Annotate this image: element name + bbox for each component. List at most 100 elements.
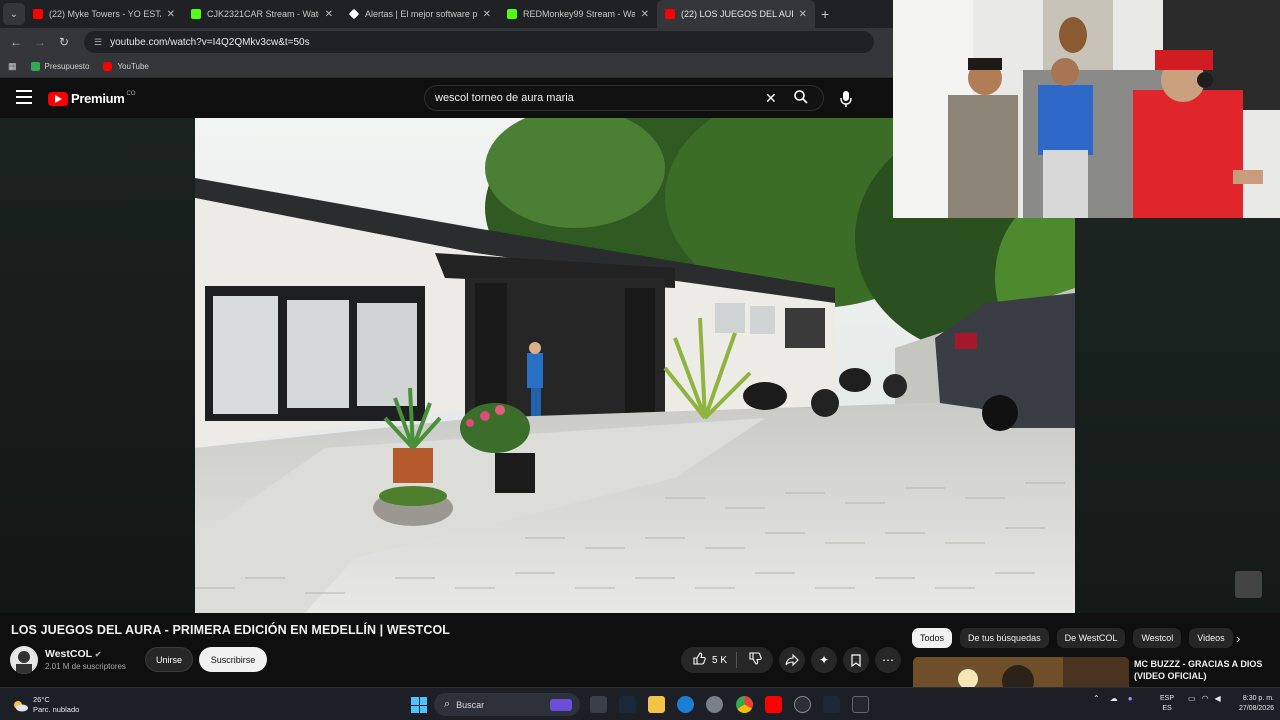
subscribe-button[interactable]: Suscribirse	[199, 647, 267, 672]
youtube-icon	[103, 62, 113, 71]
browser-tab-strip: ⌄ (22) Myke Towers - YO ESTARÉ ✕ CJK2321…	[0, 0, 893, 28]
bookmark-item[interactable]: YouTube	[103, 62, 149, 71]
clock[interactable]: 8:30 p. m. 27/08/2026	[1226, 694, 1274, 714]
tab-title: (22) Myke Towers - YO ESTARÉ	[49, 9, 161, 19]
youtube-header: Premium CO wescol torneo de aura maria ✕	[0, 78, 893, 118]
avatar[interactable]	[10, 646, 38, 674]
recommended-title[interactable]: MC BUZZZ - GRACIAS A DIOS (VIDEO OFICIAL…	[1134, 658, 1274, 682]
recommended-thumbnail[interactable]	[913, 657, 1129, 687]
chip-westcol[interactable]: Westcol	[1133, 628, 1182, 648]
back-arrow-icon[interactable]: ←	[4, 35, 28, 49]
address-bar[interactable]: ☰ youtube.com/watch?v=I4Q2QMkv3cw&t=50s	[84, 31, 874, 53]
file-explorer-icon[interactable]	[648, 696, 665, 713]
tab-search-icon[interactable]: ⌄	[3, 3, 25, 25]
partly-cloudy-icon	[12, 699, 28, 712]
tab-title: CJK2321CAR Stream - Watch Li	[207, 9, 319, 19]
weather-temp: 26°C	[33, 695, 50, 704]
browser-toolbar: ← → ↻ ☰ youtube.com/watch?v=I4Q2QMkv3cw&…	[0, 28, 893, 56]
clock-time: 8:30 p. m.	[1242, 695, 1274, 702]
chevron-right-icon[interactable]: ›	[1236, 631, 1240, 646]
search-input[interactable]: wescol torneo de aura maria ✕	[424, 85, 824, 111]
channel-watermark[interactable]	[1235, 571, 1262, 598]
browser-tab[interactable]: (22) Myke Towers - YO ESTARÉ ✕	[25, 0, 183, 28]
menu-icon[interactable]	[16, 90, 32, 104]
youtube-icon[interactable]	[765, 696, 782, 713]
tab-close-icon[interactable]: ✕	[167, 9, 175, 20]
microphone-icon[interactable]	[838, 90, 854, 108]
weather-widget[interactable]: 26°C Parc. nublado	[12, 695, 79, 715]
video-info-area: LOS JUEGOS DEL AURA - PRIMERA EDICIÓN EN…	[0, 613, 1280, 687]
tab-title: Alertas | El mejor software para	[365, 9, 477, 19]
weather-desc: Parc. nublado	[33, 705, 80, 714]
chip-videos[interactable]: Videos	[1189, 628, 1233, 648]
browser-tab[interactable]: REDMonkey99 Stream - Watch ✕	[499, 0, 657, 28]
system-tray: ⌃ ☁ ●	[1093, 694, 1133, 703]
kick-favicon-icon	[191, 9, 201, 19]
save-bookmark-icon[interactable]	[843, 647, 869, 673]
reload-icon[interactable]: ↻	[52, 35, 76, 49]
task-view-icon[interactable]	[590, 696, 607, 713]
language-indicator[interactable]: ESP ES	[1160, 694, 1174, 714]
youtube-logo[interactable]: Premium CO	[48, 91, 136, 106]
bookmark-item[interactable]: Presupuesto	[30, 62, 89, 71]
taskbar-search[interactable]: ⌕ Buscar	[434, 693, 580, 716]
browser-tab[interactable]: CJK2321CAR Stream - Watch Li ✕	[183, 0, 341, 28]
cloud-icon[interactable]: ☁	[1110, 694, 1118, 703]
browser-tab-active[interactable]: (22) LOS JUEGOS DEL AURA - P ✕	[657, 0, 815, 28]
youtube-favicon-icon	[665, 9, 675, 19]
status-icons: ▭ ◠ ◀	[1188, 694, 1221, 703]
search-highlight-icon	[550, 698, 572, 711]
webcam-overlay	[893, 0, 1280, 218]
tab-close-icon[interactable]: ✕	[641, 9, 649, 20]
dislike-button[interactable]	[737, 652, 773, 668]
steam-icon[interactable]	[823, 696, 840, 713]
chip-all[interactable]: Todos	[912, 628, 953, 648]
more-options-icon[interactable]: ⋯	[875, 647, 901, 673]
chrome-icon[interactable]	[736, 696, 753, 713]
tab-close-icon[interactable]: ✕	[483, 9, 491, 20]
diamond-favicon-icon	[348, 8, 360, 20]
chevron-up-icon[interactable]: ⌃	[1093, 694, 1100, 703]
edge-icon[interactable]	[677, 696, 694, 713]
tab-title: (22) LOS JUEGOS DEL AURA - P	[681, 9, 793, 19]
player-side-right	[1075, 218, 1280, 613]
tab-close-icon[interactable]: ✕	[799, 9, 807, 20]
like-button[interactable]: 5 K	[681, 652, 736, 668]
thumbs-down-icon	[748, 652, 762, 668]
chip-from-westcol[interactable]: De WestCOL	[1056, 628, 1126, 648]
channel-name-text: WestCOL	[45, 648, 92, 660]
join-button[interactable]: Unirse	[145, 647, 193, 672]
clear-search-icon[interactable]: ✕	[765, 90, 777, 107]
windows-start-icon[interactable]	[411, 697, 427, 713]
channel-name[interactable]: WestCOL ✔	[45, 648, 102, 660]
steam-icon[interactable]	[619, 696, 636, 713]
like-count: 5 K	[712, 654, 728, 666]
plus-icon[interactable]: +	[821, 6, 829, 22]
apps-grid-icon[interactable]: ▦	[8, 61, 17, 72]
browser-tab[interactable]: Alertas | El mejor software para ✕	[341, 0, 499, 28]
chip-from-searches[interactable]: De tus búsquedas	[960, 628, 1049, 648]
logo-text: Premium	[71, 91, 125, 106]
verified-badge-icon: ✔	[94, 650, 102, 659]
wifi-icon[interactable]: ◠	[1202, 694, 1209, 703]
url-text: youtube.com/watch?v=I4Q2QMkv3cw&t=50s	[110, 36, 310, 48]
ask-sparkle-icon[interactable]: ✦	[811, 647, 837, 673]
share-icon[interactable]	[779, 647, 805, 673]
forward-arrow-icon[interactable]: →	[28, 35, 52, 49]
thumbs-up-icon	[693, 652, 706, 668]
search-icon[interactable]	[793, 89, 809, 108]
monitor-icon[interactable]: ▭	[1188, 694, 1196, 703]
app-icon[interactable]	[852, 696, 869, 713]
obs-icon[interactable]	[794, 696, 811, 713]
tab-close-icon[interactable]: ✕	[325, 9, 333, 20]
search-icon: ⌕	[444, 698, 451, 710]
recommendation-chips: Todos De tus búsquedas De WestCOL Westco…	[912, 628, 1241, 648]
site-info-icon[interactable]: ☰	[94, 37, 102, 48]
taskbar-search-label: Buscar	[456, 699, 485, 710]
settings-gear-icon[interactable]	[706, 696, 723, 713]
bookmarks-bar: ▦ Presupuesto YouTube	[0, 56, 893, 78]
volume-icon[interactable]: ◀	[1215, 694, 1221, 703]
microphone-icon[interactable]: ●	[1128, 694, 1133, 703]
clock-date: 27/08/2026	[1238, 705, 1274, 712]
subscriber-count: 2.01 M de suscriptores	[45, 662, 126, 671]
